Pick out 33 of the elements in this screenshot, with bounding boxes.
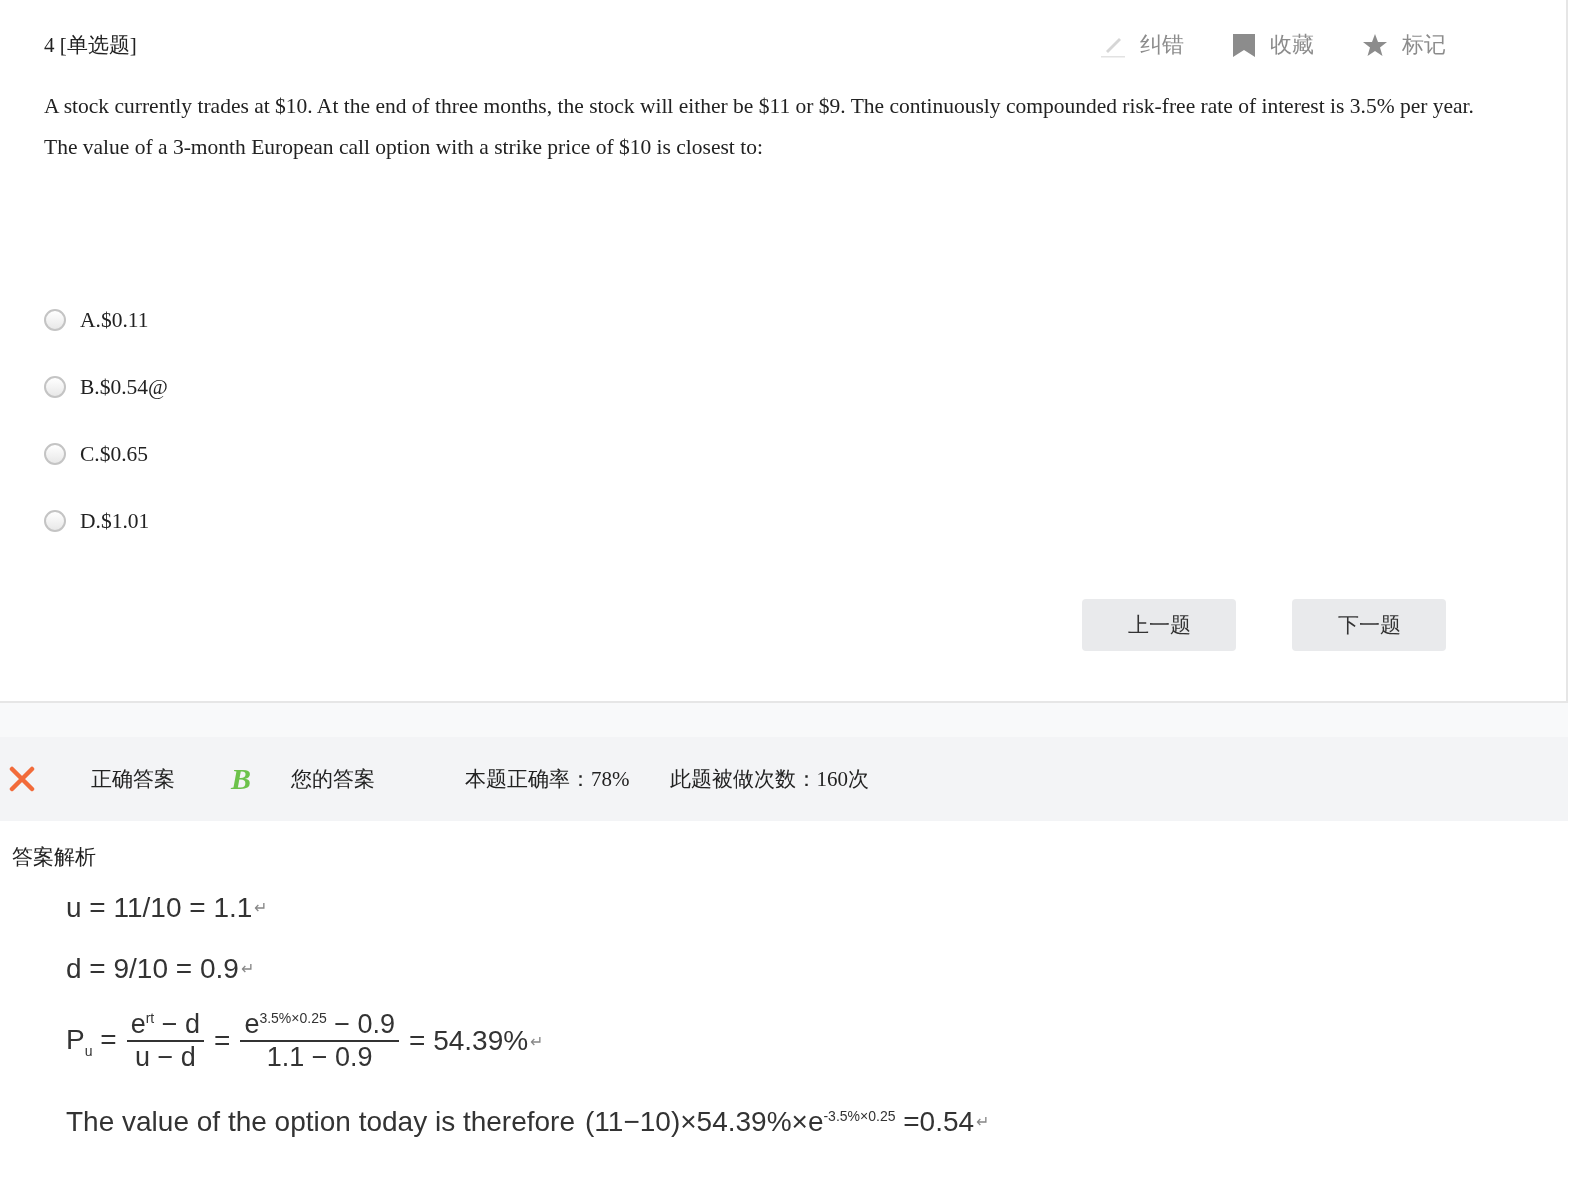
bookmark-icon [1232, 32, 1256, 58]
formula-text: u = 11/10 = 1.1 [66, 891, 253, 924]
accuracy-text: 本题正确率：78% [465, 766, 630, 793]
return-mark: ↵ [976, 1112, 990, 1131]
fraction: e$^{3.5%×0.25}$ − 0.9 1.1 − 0.9 [240, 1009, 400, 1073]
fraction: e$^{rt}$ − d u − d [126, 1009, 204, 1073]
correct-answer: B [231, 762, 251, 796]
radio-button[interactable] [44, 443, 66, 465]
question-number: 4 [单选题] [44, 32, 137, 59]
radio-button[interactable] [44, 376, 66, 398]
return-mark: ↵ [530, 1031, 544, 1051]
option-label[interactable]: B.$0.54@ [80, 374, 168, 400]
attempts-text: 此题被做次数：160次 [669, 766, 869, 793]
radio-button[interactable] [44, 510, 66, 532]
option-label[interactable]: C.$0.65 [80, 441, 149, 467]
formula-text: = 54.39% [409, 1025, 529, 1057]
section-title: 答案解析 [12, 844, 97, 871]
star-icon [1362, 32, 1388, 58]
radio-button[interactable] [44, 309, 66, 331]
option-label[interactable]: A.$0.11 [80, 307, 149, 333]
option-label[interactable]: D.$1.01 [80, 508, 150, 534]
return-mark: ↵ [254, 898, 268, 917]
formula-text: d = 9/10 = 0.9 [66, 952, 239, 985]
return-mark: ↵ [240, 959, 254, 978]
answer-label: 正确答案 [91, 766, 175, 793]
formula-text: = [214, 1025, 231, 1057]
question-text: A stock currently trades at $10. At the end of three months, the stock will either be $11 or $9. The continuously compounded risk-free rate of interest is 3.5% per year. The value of a 3-month European call option with a strike price of $10 is closest to: [44, 93, 1475, 161]
nav-button[interactable]: 下一题 [1292, 599, 1446, 651]
formula-text: (11−10)×54.39%×e$^{-3.5%×0.25}$ =0.54 [585, 1105, 975, 1138]
formula-text: P$_{u}$ = [66, 1023, 117, 1059]
answer-label: 您的答案 [291, 766, 375, 793]
nav-button[interactable]: 上一题 [1082, 599, 1236, 651]
formula-text: The value of the option today is therefore [66, 1105, 575, 1138]
